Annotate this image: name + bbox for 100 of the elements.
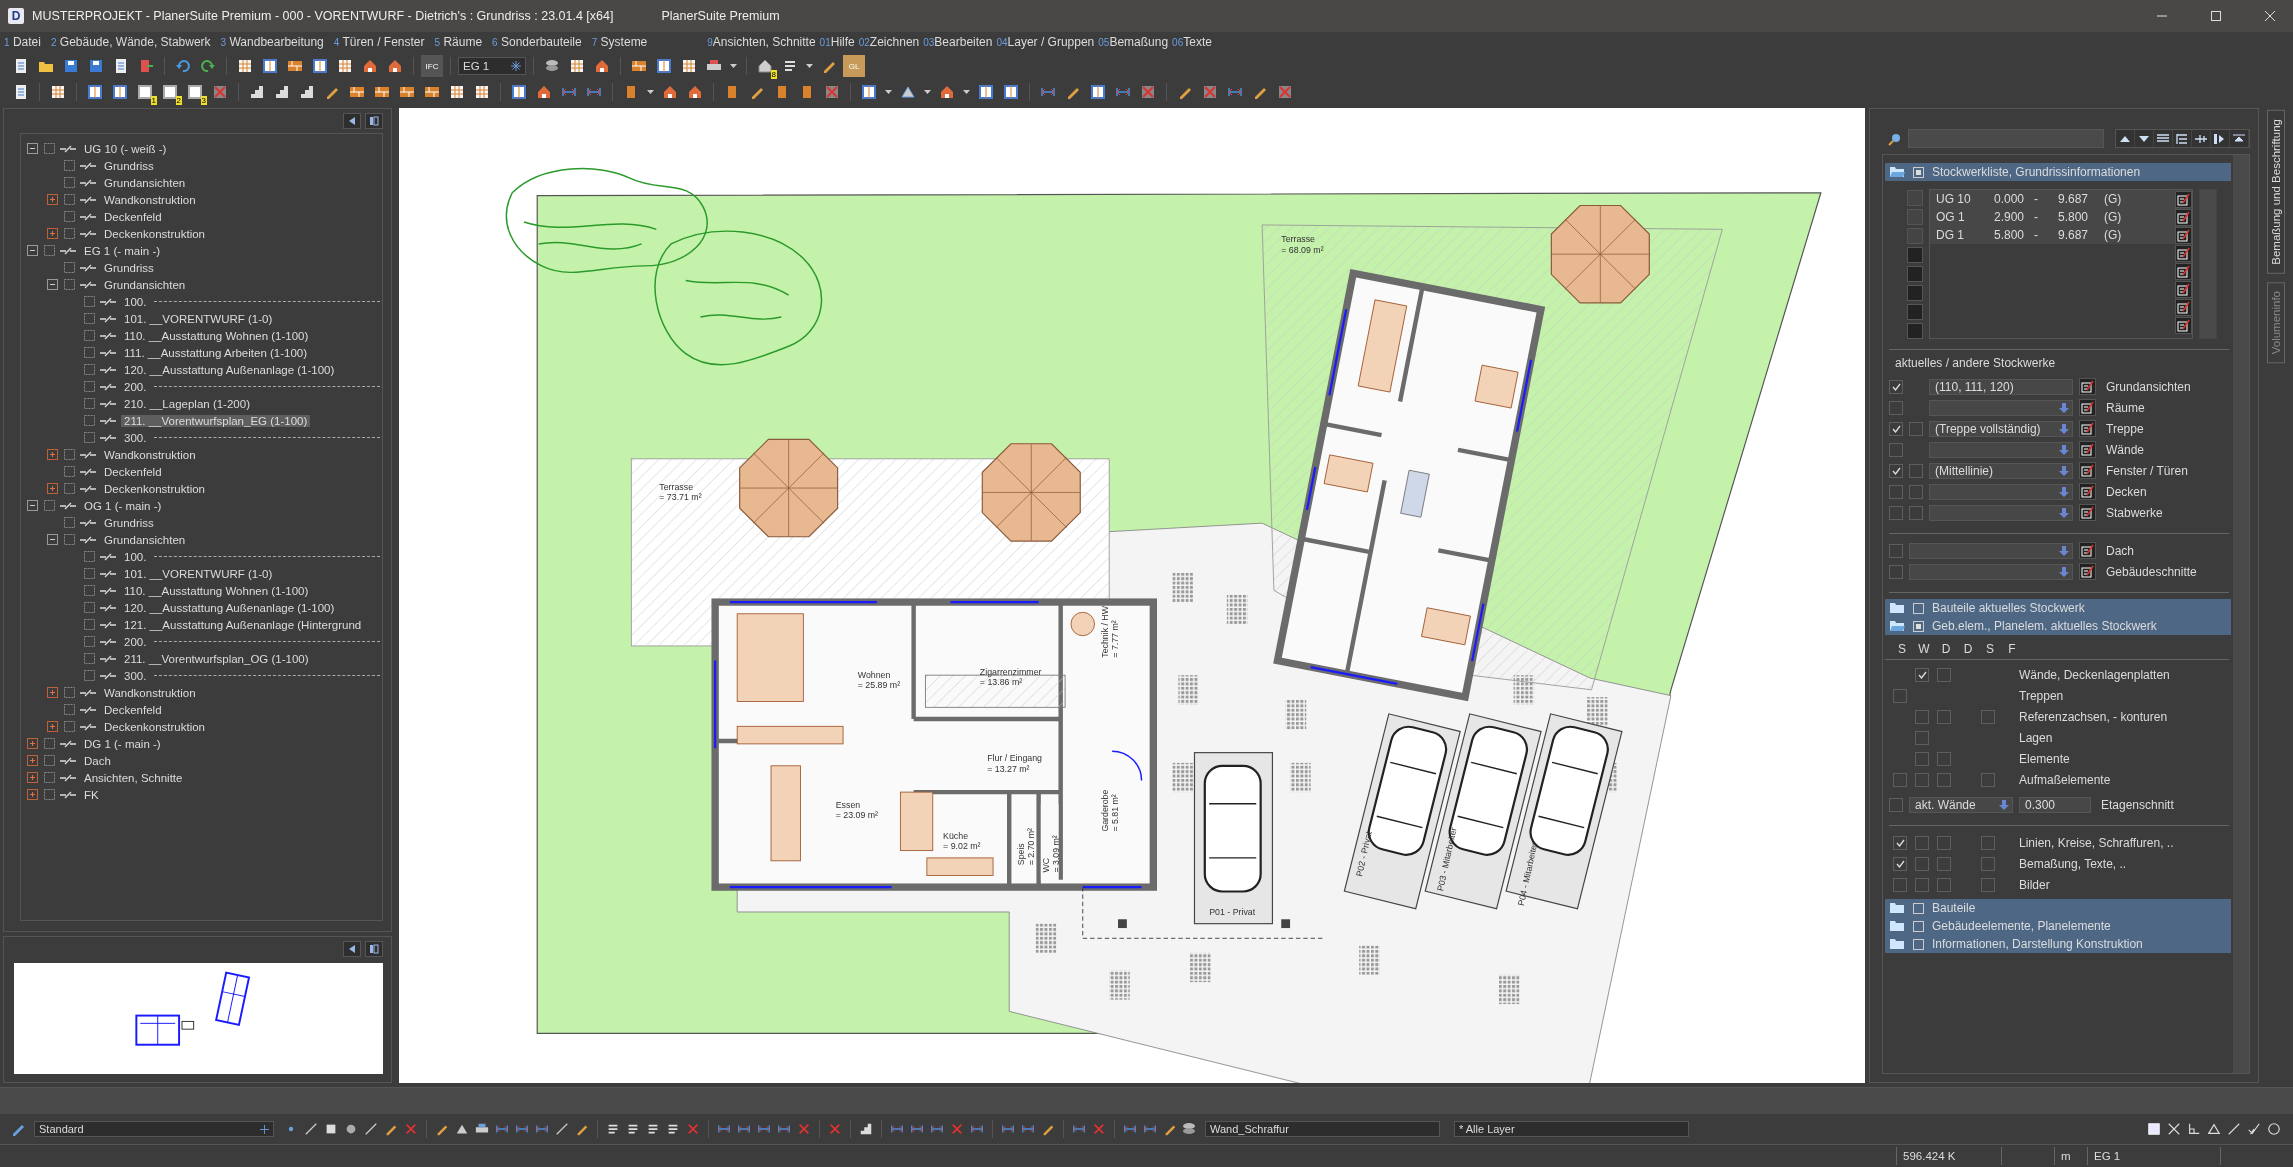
edit-button[interactable] — [2079, 399, 2096, 416]
layer-dropdown[interactable]: * Alle Layer — [1454, 1121, 1689, 1137]
edit-button[interactable] — [2175, 226, 2192, 244]
panel-tool-button[interactable] — [2154, 130, 2173, 147]
visibility-checkbox-icon[interactable] — [64, 483, 75, 494]
tree-item[interactable]: Grundansichten — [101, 278, 189, 291]
checkbox[interactable] — [1937, 751, 1951, 766]
caret-icon[interactable] — [885, 89, 892, 95]
checkbox[interactable] — [1937, 835, 1951, 850]
menu-item[interactable]: 6 Sonderbauteile — [492, 35, 582, 49]
section-checkbox[interactable] — [1913, 938, 1924, 950]
panel-arrow-button[interactable] — [343, 941, 361, 957]
checkbox[interactable] — [1981, 709, 1995, 724]
visibility-checkbox-icon[interactable] — [84, 415, 95, 426]
checkbox[interactable] — [1893, 772, 1907, 787]
caret-icon[interactable] — [963, 89, 970, 95]
visibility-checkbox-icon[interactable] — [84, 330, 95, 341]
tree-item[interactable]: 210. __Lageplan (1-200) — [121, 397, 253, 410]
collapse-icon[interactable] — [27, 500, 38, 511]
section-checkbox[interactable] — [1913, 620, 1924, 632]
dropdown-field[interactable]: (Mittellinie) — [1929, 462, 2073, 479]
tree-item[interactable]: 111. __Ausstattung Arbeiten (1-100) — [121, 346, 311, 359]
tree-item[interactable]: 120. __Ausstattung Außenanlage (1-100) — [121, 601, 338, 614]
checkbox[interactable] — [1909, 505, 1923, 520]
panel-tool-button[interactable] — [2211, 130, 2230, 147]
section-header[interactable]: Bauteile aktuelles Stockwerk — [1885, 599, 2231, 617]
visibility-checkbox-icon[interactable] — [64, 228, 75, 239]
checkbox[interactable] — [1915, 772, 1929, 787]
panel-tool-button[interactable] — [2173, 130, 2192, 147]
caret-icon[interactable] — [730, 63, 737, 69]
dropdown-field[interactable]: (Treppe vollständig) — [1929, 420, 2073, 437]
visibility-checkbox-icon[interactable] — [84, 398, 95, 409]
section-checkbox[interactable] — [1913, 902, 1924, 914]
tree-item[interactable]: Deckenfeld — [101, 465, 165, 478]
edit-button[interactable] — [2079, 420, 2096, 437]
toolbar-button[interactable]: 8 — [754, 55, 776, 77]
edit-button[interactable] — [2175, 208, 2192, 226]
hatch-dropdown[interactable]: Wand_Schraffur — [1205, 1121, 1440, 1137]
expand-icon[interactable] — [47, 721, 58, 732]
menu-item[interactable]: 02Zeichnen — [858, 35, 920, 49]
visibility-checkbox-icon[interactable] — [64, 449, 75, 460]
visibility-checkbox-icon[interactable] — [44, 772, 55, 783]
overview-map[interactable] — [14, 963, 383, 1074]
dropdown-field[interactable]: akt. Wände — [1909, 796, 2013, 813]
dropdown-field[interactable]: (110, 111, 120) — [1929, 378, 2073, 395]
tree-item[interactable]: Wandkonstruktion — [101, 193, 199, 206]
visibility-checkbox-icon[interactable] — [44, 755, 55, 766]
menu-item[interactable]: 06Texte — [1172, 35, 1212, 49]
tree-item[interactable]: 101. __VORENTWURF (1-0) — [121, 312, 276, 325]
section-header[interactable]: Geb.elem., Planelem. aktuelles Stockwerk — [1885, 617, 2231, 635]
visibility-checkbox-icon[interactable] — [84, 551, 95, 562]
tree-item[interactable]: 211. __Vorentwurfsplan_EG (1-100) — [121, 414, 311, 427]
expand-icon[interactable] — [27, 772, 38, 783]
checkbox[interactable] — [1937, 709, 1951, 724]
visibility-checkbox-icon[interactable] — [84, 432, 95, 443]
checkbox[interactable] — [1889, 421, 1903, 436]
panel-pin-button[interactable] — [365, 941, 383, 957]
menu-item[interactable]: 01Hilfe — [819, 35, 855, 49]
edit-button[interactable] — [2175, 190, 2192, 208]
visibility-checkbox-icon[interactable] — [84, 653, 95, 664]
visibility-checkbox-icon[interactable] — [64, 194, 75, 205]
tree-item[interactable]: OG 1 (- main -) — [81, 499, 165, 512]
section-header[interactable]: Stockwerkliste, Grundrissinformationen — [1885, 163, 2231, 181]
menu-item[interactable]: 2 Gebäude, Wände, Stabwerk — [50, 35, 211, 49]
tree-item[interactable]: 121. __Ausstattung Außenanlage (Hintergrund — [121, 618, 365, 631]
menu-item[interactable]: 5 Räume — [434, 35, 483, 49]
edit-button[interactable] — [2175, 280, 2192, 298]
visibility-checkbox-icon[interactable] — [84, 585, 95, 596]
tree-item[interactable]: Deckenfeld — [101, 703, 165, 716]
checkbox[interactable] — [1981, 856, 1995, 871]
tree-item[interactable]: Deckenkonstruktion — [101, 720, 208, 733]
edit-button[interactable] — [2175, 298, 2192, 316]
checkbox[interactable] — [1889, 797, 1903, 812]
checkbox[interactable] — [1937, 856, 1951, 871]
visibility-checkbox-icon[interactable] — [64, 177, 75, 188]
section-header[interactable]: Gebäudeelemente, Planelemente — [1885, 917, 2231, 935]
visibility-checkbox-icon[interactable] — [44, 143, 55, 154]
panel-tool-button[interactable] — [2116, 130, 2135, 147]
visibility-checkbox-icon[interactable] — [84, 670, 95, 681]
edit-button[interactable] — [2079, 441, 2096, 458]
visibility-checkbox-icon[interactable] — [84, 381, 95, 392]
tree-item[interactable]: Grundansichten — [101, 533, 189, 546]
tree-item[interactable]: 211. __Vorentwurfsplan_OG (1-100) — [121, 652, 312, 665]
expand-icon[interactable] — [27, 789, 38, 800]
checkbox[interactable] — [1915, 667, 1929, 682]
expand-icon[interactable] — [47, 449, 58, 460]
visibility-checkbox-icon[interactable] — [84, 347, 95, 358]
tree-item[interactable]: 100. — [121, 550, 150, 563]
edit-button[interactable] — [2175, 316, 2192, 334]
checkbox[interactable] — [1981, 772, 1995, 787]
visibility-checkbox-icon[interactable] — [64, 517, 75, 528]
visibility-checkbox-icon[interactable] — [84, 313, 95, 324]
menu-item[interactable]: 7 Systeme — [591, 35, 648, 49]
expand-icon[interactable] — [47, 687, 58, 698]
visibility-checkbox-icon[interactable] — [84, 568, 95, 579]
checkbox[interactable] — [1909, 421, 1923, 436]
edit-button[interactable] — [2079, 378, 2096, 395]
tree-item[interactable]: Deckenfeld — [101, 210, 165, 223]
expand-icon[interactable] — [47, 483, 58, 494]
checkbox[interactable] — [1889, 564, 1903, 579]
